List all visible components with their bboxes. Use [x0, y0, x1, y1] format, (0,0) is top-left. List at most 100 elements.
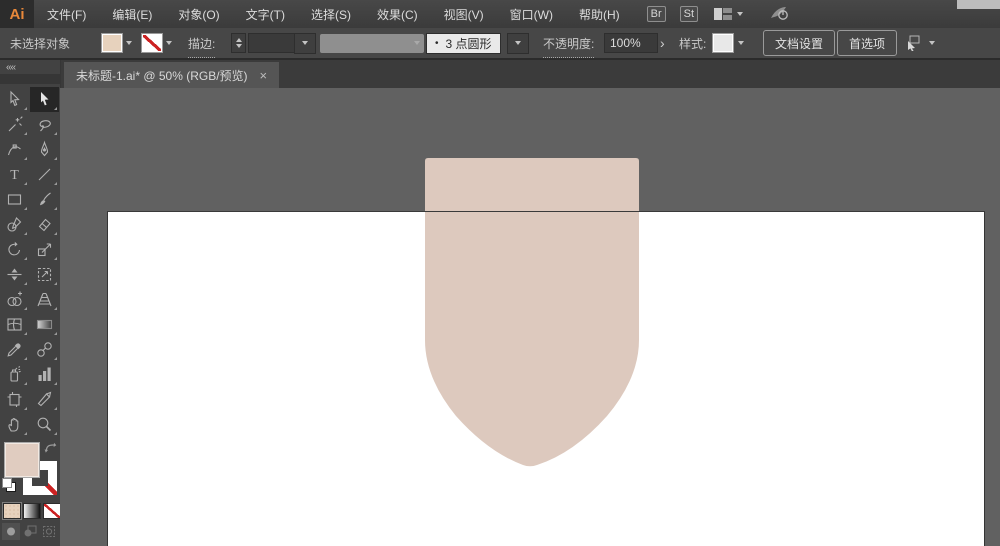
- menu-view[interactable]: 视图(V): [431, 0, 497, 28]
- lasso-icon: [39, 120, 51, 132]
- menu-file[interactable]: 文件(F): [34, 0, 99, 28]
- pointer-panel-icon: [908, 35, 920, 51]
- draw-normal-icon: [7, 527, 15, 536]
- stroke-weight-field[interactable]: [248, 28, 296, 58]
- draw-inside-icon: [43, 526, 55, 537]
- workspace-switcher[interactable]: [714, 8, 744, 20]
- swap-arrow-icon: [44, 442, 57, 453]
- gradient-tool[interactable]: [30, 312, 59, 337]
- blend-icon: [37, 342, 52, 357]
- width-tool[interactable]: [0, 262, 29, 287]
- default-fill-stroke-button[interactable]: [2, 478, 16, 492]
- slice-tool[interactable]: [30, 387, 59, 412]
- svg-text:T: T: [10, 168, 19, 183]
- hand-tool[interactable]: [0, 412, 29, 437]
- pencil-icon: [7, 217, 22, 232]
- canvas-area[interactable]: [60, 88, 1000, 546]
- paintbrush-icon: [40, 192, 51, 206]
- gradient-mode-button[interactable]: [23, 503, 41, 519]
- menu-help[interactable]: 帮助(H): [566, 0, 633, 28]
- stroke-weight-dropdown[interactable]: [294, 28, 316, 58]
- document-tab[interactable]: 未标题-1.ai* @ 50% (RGB/预览) ×: [64, 62, 280, 88]
- column-graph-tool[interactable]: [30, 362, 59, 387]
- pencil-tool[interactable]: [0, 212, 29, 237]
- brush-definition-dropdown[interactable]: • 3 点圆形: [426, 28, 501, 58]
- document-setup-button[interactable]: 文档设置: [763, 28, 836, 58]
- stroke-color-dropdown[interactable]: [166, 28, 172, 58]
- stroke-weight-value: [248, 33, 296, 53]
- magic-wand-tool[interactable]: [0, 112, 29, 137]
- mesh-tool[interactable]: [0, 312, 29, 337]
- pen-tool[interactable]: [30, 137, 59, 162]
- swap-fill-stroke-button[interactable]: [44, 440, 57, 458]
- opacity-expand-arrow[interactable]: ›: [660, 28, 665, 58]
- preferences-button[interactable]: 首选项: [837, 28, 898, 58]
- shield-shape[interactable]: [425, 158, 639, 467]
- eyedropper-tool[interactable]: [0, 337, 29, 362]
- window-corner-fragment: [957, 0, 1000, 9]
- tab-close-icon[interactable]: ×: [260, 69, 268, 82]
- brush-definition-value: 3 点圆形: [445, 36, 492, 51]
- stroke-weight-stepper[interactable]: [231, 28, 246, 58]
- brush-definition-expand[interactable]: [507, 28, 529, 58]
- chevron-down-icon: [302, 41, 308, 45]
- eraser-tool[interactable]: [30, 212, 59, 237]
- align-options-button[interactable]: [905, 28, 935, 58]
- rotate-tool[interactable]: [0, 237, 29, 262]
- menu-window[interactable]: 窗口(W): [497, 0, 566, 28]
- panel-collapse-button[interactable]: ««: [0, 60, 60, 74]
- menu-type[interactable]: 文字(T): [233, 0, 298, 28]
- menu-edit[interactable]: 编辑(E): [99, 0, 165, 28]
- perspective-grid-icon: [37, 292, 52, 307]
- rectangle-tool[interactable]: [0, 187, 29, 212]
- none-mode-button[interactable]: [43, 503, 61, 519]
- stroke-color-swatch[interactable]: [141, 28, 163, 58]
- zoom-tool[interactable]: [30, 412, 59, 437]
- chevron-down-icon: [166, 41, 172, 45]
- shape-builder-icon: [7, 291, 22, 307]
- menu-object[interactable]: 对象(O): [165, 0, 232, 28]
- opacity-field[interactable]: 100%: [604, 28, 658, 58]
- shape-builder-tool[interactable]: [0, 287, 29, 312]
- gradient-icon: [36, 319, 53, 330]
- style-dropdown[interactable]: [738, 28, 744, 58]
- paintbrush-tool[interactable]: [30, 187, 59, 212]
- workspace-icon: [714, 8, 733, 20]
- document-tab-bar: 未标题-1.ai* @ 50% (RGB/预览) ×: [60, 60, 1000, 88]
- draw-inside-button[interactable]: [40, 523, 58, 540]
- cs-live-button[interactable]: [769, 5, 789, 24]
- type-tool[interactable]: T: [0, 162, 29, 187]
- chevron-down-icon: [737, 12, 744, 16]
- artwork-layer: [425, 158, 639, 467]
- eraser-icon: [38, 218, 51, 232]
- opacity-value: 100%: [604, 33, 658, 53]
- lasso-tool[interactable]: [30, 112, 59, 137]
- draw-behind-button[interactable]: [21, 523, 39, 540]
- fill-color-indicator[interactable]: [4, 442, 40, 478]
- artboard-tool[interactable]: [0, 387, 29, 412]
- fill-color-dropdown[interactable]: [126, 28, 132, 58]
- stock-button[interactable]: St: [679, 6, 699, 22]
- menu-select[interactable]: 选择(S): [298, 0, 364, 28]
- perspective-grid-tool[interactable]: [30, 287, 59, 312]
- draw-normal-button[interactable]: [2, 523, 20, 540]
- symbol-sprayer-tool[interactable]: [0, 362, 29, 387]
- free-transform-tool[interactable]: [30, 262, 59, 287]
- menu-effect[interactable]: 效果(C): [364, 0, 431, 28]
- blend-tool[interactable]: [30, 337, 59, 362]
- fill-color-swatch[interactable]: [101, 28, 123, 58]
- curvature-pen-tool[interactable]: [0, 137, 29, 162]
- curvature-pen-icon: [7, 144, 21, 156]
- color-mode-button[interactable]: [2, 502, 22, 520]
- bridge-button[interactable]: Br: [646, 6, 666, 22]
- tool-grid: T: [0, 87, 60, 437]
- panel-drag-header[interactable]: [0, 74, 60, 84]
- stroke-weight-label[interactable]: 描边:: [188, 30, 216, 58]
- opacity-label[interactable]: 不透明度:: [543, 30, 595, 58]
- direct-selection-tool[interactable]: [30, 87, 59, 112]
- rotate-icon: [8, 241, 21, 256]
- selection-tool[interactable]: [0, 87, 29, 112]
- scale-tool[interactable]: [30, 237, 59, 262]
- line-segment-tool[interactable]: [30, 162, 59, 187]
- style-swatch[interactable]: [712, 28, 734, 58]
